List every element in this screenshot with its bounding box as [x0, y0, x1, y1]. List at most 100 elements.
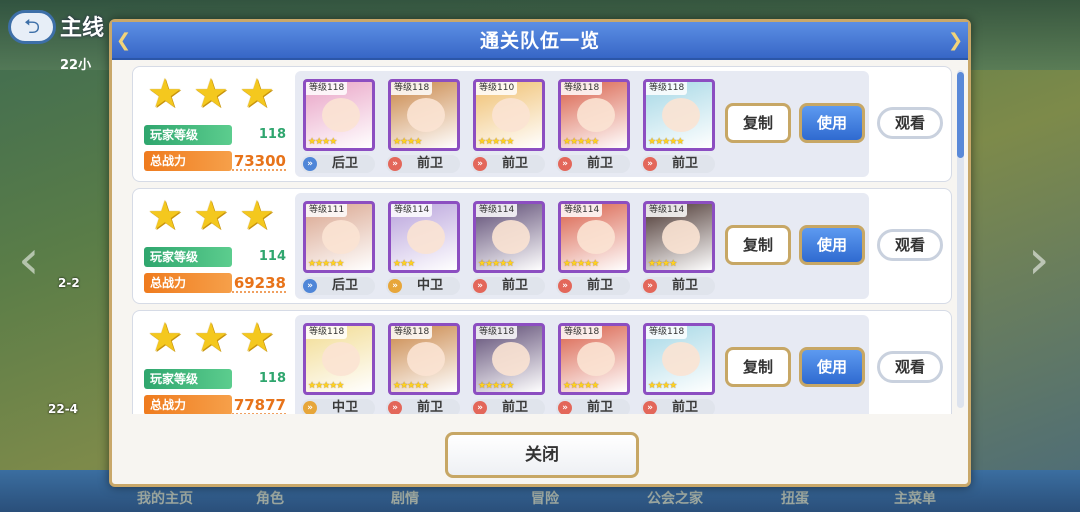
character-portrait[interactable]: 等级118 ★★★★	[643, 323, 715, 395]
position-icon: »	[643, 279, 657, 293]
character-portrait[interactable]: 等级118 ★★★★	[303, 79, 375, 151]
player-level-value: 114	[258, 249, 286, 264]
character-stars: ★★★	[393, 259, 415, 269]
position-icon: »	[303, 157, 317, 171]
clear-stars: ★ ★ ★	[147, 73, 287, 115]
character-portrait[interactable]: 等级118 ★★★★★	[558, 323, 630, 395]
background-title: 主线	[60, 16, 105, 41]
role-label: 前卫	[586, 400, 613, 414]
ornament-icon: ❯	[948, 30, 964, 51]
nav-item[interactable]: 剧情	[350, 486, 460, 512]
prev-arrow-icon[interactable]: ‹	[18, 230, 58, 290]
character-portrait[interactable]: 等级110 ★★★★★	[473, 79, 545, 151]
view-button[interactable]: 观看	[877, 229, 943, 261]
position-icon: »	[473, 279, 487, 293]
character-role: » 前卫	[471, 399, 545, 414]
character-role: » 前卫	[556, 277, 630, 295]
star-icon: ★	[239, 315, 275, 361]
back-button[interactable]: ⮌	[8, 10, 56, 44]
close-button[interactable]: 关闭	[445, 432, 639, 478]
character-stars: ★★★★	[648, 381, 677, 391]
character-level: 等级118	[476, 326, 518, 339]
copy-button[interactable]: 复制	[725, 347, 791, 387]
character-stars: ★★★★★	[393, 381, 429, 391]
character-portrait[interactable]: 等级114 ★★★★★	[558, 201, 630, 273]
nav-item[interactable]: 公会之家	[620, 486, 730, 512]
character-role: » 前卫	[556, 399, 630, 414]
character-level: 等级114	[476, 204, 518, 217]
character-portrait[interactable]: 等级118 ★★★★	[388, 79, 460, 151]
character-portrait[interactable]: 等级118 ★★★★★	[388, 323, 460, 395]
dialog-title: 通关队伍一览	[112, 22, 968, 60]
position-icon: »	[643, 157, 657, 171]
power-value: 69238	[233, 274, 286, 292]
role-label: 前卫	[501, 400, 528, 414]
position-icon: »	[558, 401, 572, 414]
role-label: 中卫	[416, 278, 443, 293]
character-portrait[interactable]: 等级114 ★★★★★	[473, 201, 545, 273]
copy-button[interactable]: 复制	[725, 103, 791, 143]
scroll-thumb[interactable]	[957, 72, 964, 158]
position-icon: »	[388, 157, 402, 171]
team-list[interactable]: ★ ★ ★ 玩家等级 118 总战力 73300 等级118 ★★★★» 后卫 等级118 ★★★★»…	[132, 66, 952, 414]
nav-item[interactable]: 主菜单	[860, 486, 970, 512]
view-button[interactable]: 观看	[877, 351, 943, 383]
character-portrait[interactable]: 等级118 ★★★★★	[473, 323, 545, 395]
position-icon: »	[643, 401, 657, 414]
scrollbar[interactable]	[957, 70, 964, 408]
character-role: » 前卫	[556, 155, 630, 173]
star-icon: ★	[193, 71, 229, 117]
position-icon: »	[558, 157, 572, 171]
nav-item[interactable]: 我的主页	[110, 486, 220, 512]
use-button[interactable]: 使用	[799, 103, 865, 143]
character-level: 等级118	[391, 82, 433, 95]
character-level: 等级111	[306, 204, 348, 217]
player-level-value: 118	[258, 127, 286, 142]
character-portrait[interactable]: 等级114 ★★★★	[643, 201, 715, 273]
character-level: 等级118	[561, 82, 603, 95]
copy-button[interactable]: 复制	[725, 225, 791, 265]
character-role: » 前卫	[386, 155, 460, 173]
character-role: » 前卫	[641, 399, 715, 414]
use-button[interactable]: 使用	[799, 347, 865, 387]
character-role: » 前卫	[641, 155, 715, 173]
character-stars: ★★★★★	[478, 381, 514, 391]
player-level-label: 玩家等级	[144, 369, 232, 389]
clear-teams-dialog: 通关队伍一览 ❮ ❯ ★ ★ ★ 玩家等级 118 总战力 73300 等级118 ★★★★» 后…	[109, 19, 971, 487]
background-subtitle: 22小	[60, 58, 92, 73]
power-label: 总战力	[144, 395, 232, 414]
power-value: 73300	[233, 152, 286, 170]
nav-item[interactable]: 扭蛋	[740, 486, 850, 512]
clear-stars: ★ ★ ★	[147, 195, 287, 237]
character-stars: ★★★★★	[308, 381, 344, 391]
position-icon: »	[473, 157, 487, 171]
character-role: » 前卫	[386, 399, 460, 414]
star-icon: ★	[147, 193, 183, 239]
star-icon: ★	[147, 71, 183, 117]
view-button[interactable]: 观看	[877, 107, 943, 139]
star-icon: ★	[193, 193, 229, 239]
player-level-stat: 玩家等级 118	[144, 369, 286, 389]
nav-item[interactable]: 角色	[215, 486, 325, 512]
nav-item[interactable]: 冒险	[490, 486, 600, 512]
character-level: 等级110	[476, 82, 518, 95]
character-portrait[interactable]: 等级118 ★★★★★	[303, 323, 375, 395]
character-level: 等级114	[391, 204, 433, 217]
map-label: 2-2	[58, 276, 80, 290]
character-portrait[interactable]: 等级118 ★★★★★	[643, 79, 715, 151]
next-arrow-icon[interactable]: ›	[1028, 230, 1068, 290]
character-stars: ★★★★★	[478, 137, 514, 147]
character-portrait[interactable]: 等级111 ★★★★★	[303, 201, 375, 273]
player-level-label: 玩家等级	[144, 125, 232, 145]
star-icon: ★	[147, 315, 183, 361]
character-portrait[interactable]: 等级118 ★★★★★	[558, 79, 630, 151]
power-label: 总战力	[144, 151, 232, 171]
role-label: 前卫	[586, 156, 613, 171]
role-label: 后卫	[331, 156, 358, 171]
power-stat: 总战力 77877	[144, 395, 286, 414]
team-row: ★ ★ ★ 玩家等级 118 总战力 73300 等级118 ★★★★ » 后卫 等级118 ★★★★ »…	[132, 66, 952, 182]
player-level-label: 玩家等级	[144, 247, 232, 267]
use-button[interactable]: 使用	[799, 225, 865, 265]
character-level: 等级118	[646, 326, 688, 339]
character-portrait[interactable]: 等级114 ★★★	[388, 201, 460, 273]
